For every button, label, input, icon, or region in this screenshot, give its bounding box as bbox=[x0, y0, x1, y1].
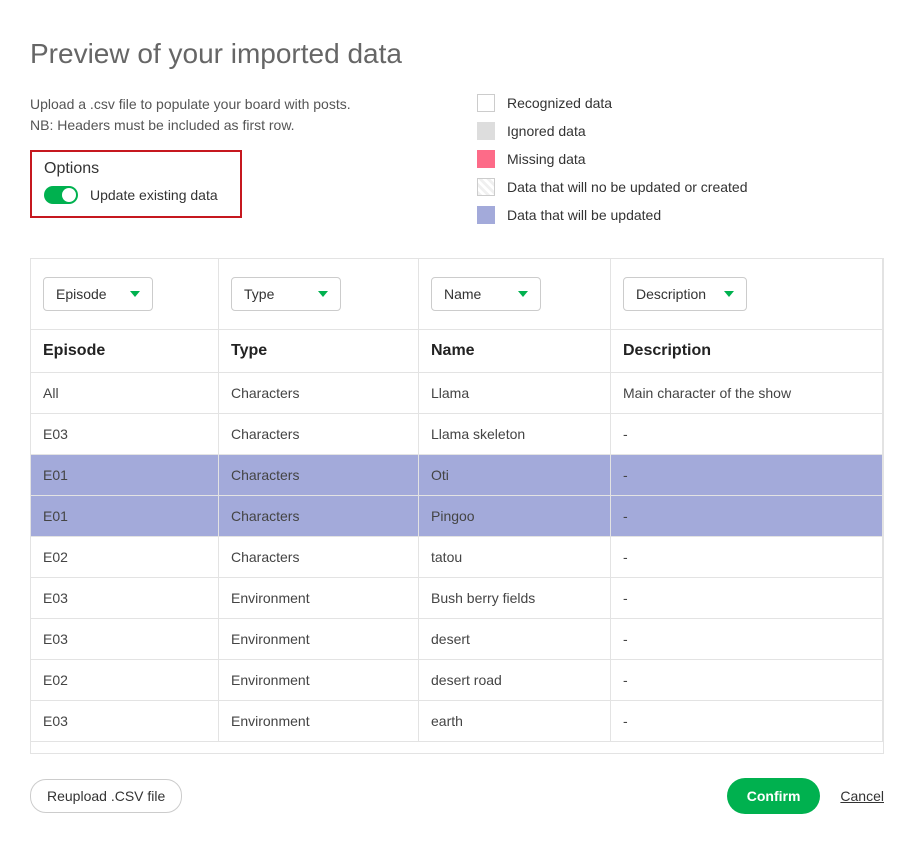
dropdown-label: Type bbox=[244, 286, 274, 302]
table-cell: Characters bbox=[219, 496, 419, 537]
column-mapping-dropdown[interactable]: Description bbox=[623, 277, 747, 311]
legend-swatch-updated bbox=[477, 206, 495, 224]
options-panel: Options Update existing data bbox=[30, 150, 242, 218]
table-cell: desert road bbox=[419, 660, 611, 701]
cancel-link[interactable]: Cancel bbox=[840, 788, 884, 804]
table-cell: Main character of the show bbox=[611, 373, 883, 414]
legend: Recognized data Ignored data Missing dat… bbox=[477, 94, 884, 234]
table-cell: - bbox=[611, 660, 883, 701]
page-title: Preview of your imported data bbox=[30, 38, 884, 70]
table-cell: - bbox=[611, 701, 883, 742]
table-cell: Environment bbox=[219, 660, 419, 701]
dropdown-label: Description bbox=[636, 286, 706, 302]
table-cell: Bush berry fields bbox=[419, 578, 611, 619]
column-mapping-cell: Episode bbox=[31, 259, 219, 330]
dropdown-label: Name bbox=[444, 286, 481, 302]
chevron-down-icon bbox=[318, 291, 328, 297]
table-cell: Characters bbox=[219, 455, 419, 496]
data-grid: EpisodeTypeNameDescriptionEpisodeTypeNam… bbox=[31, 259, 883, 742]
table-cell: E02 bbox=[31, 660, 219, 701]
instructions: Upload a .csv file to populate your boar… bbox=[30, 94, 437, 136]
column-header: Description bbox=[611, 330, 883, 373]
table-cell: - bbox=[611, 619, 883, 660]
table-cell: Oti bbox=[419, 455, 611, 496]
legend-label-missing: Missing data bbox=[507, 151, 586, 167]
table-cell: - bbox=[611, 496, 883, 537]
instructions-line1: Upload a .csv file to populate your boar… bbox=[30, 96, 351, 112]
table-cell: Pingoo bbox=[419, 496, 611, 537]
table-cell: earth bbox=[419, 701, 611, 742]
table-cell: E01 bbox=[31, 496, 219, 537]
table-cell: desert bbox=[419, 619, 611, 660]
chevron-down-icon bbox=[518, 291, 528, 297]
column-header: Name bbox=[419, 330, 611, 373]
column-mapping-cell: Name bbox=[419, 259, 611, 330]
table-cell: E02 bbox=[31, 537, 219, 578]
table-cell: Environment bbox=[219, 578, 419, 619]
instructions-line2: NB: Headers must be included as first ro… bbox=[30, 117, 295, 133]
table-cell: E03 bbox=[31, 619, 219, 660]
column-mapping-dropdown[interactable]: Episode bbox=[43, 277, 153, 311]
table-cell: Characters bbox=[219, 414, 419, 455]
table-cell: - bbox=[611, 455, 883, 496]
column-header: Type bbox=[219, 330, 419, 373]
chevron-down-icon bbox=[130, 291, 140, 297]
update-existing-label: Update existing data bbox=[90, 187, 218, 203]
column-mapping-dropdown[interactable]: Name bbox=[431, 277, 541, 311]
legend-swatch-missing bbox=[477, 150, 495, 168]
table-cell: E03 bbox=[31, 701, 219, 742]
table-cell: E01 bbox=[31, 455, 219, 496]
column-header: Episode bbox=[31, 330, 219, 373]
legend-swatch-noupdate bbox=[477, 178, 495, 196]
table-cell: Llama bbox=[419, 373, 611, 414]
table-cell: E03 bbox=[31, 578, 219, 619]
table-cell: Llama skeleton bbox=[419, 414, 611, 455]
table-cell: Characters bbox=[219, 537, 419, 578]
chevron-down-icon bbox=[724, 291, 734, 297]
options-heading: Options bbox=[44, 160, 228, 178]
update-existing-toggle[interactable] bbox=[44, 186, 78, 204]
data-table-container[interactable]: EpisodeTypeNameDescriptionEpisodeTypeNam… bbox=[30, 258, 884, 754]
legend-label-recognized: Recognized data bbox=[507, 95, 612, 111]
legend-swatch-ignored bbox=[477, 122, 495, 140]
confirm-button[interactable]: Confirm bbox=[727, 778, 821, 814]
table-cell: Environment bbox=[219, 701, 419, 742]
column-mapping-cell: Description bbox=[611, 259, 883, 330]
legend-label-ignored: Ignored data bbox=[507, 123, 586, 139]
legend-label-updated: Data that will be updated bbox=[507, 207, 661, 223]
table-cell: All bbox=[31, 373, 219, 414]
table-cell: Characters bbox=[219, 373, 419, 414]
table-cell: - bbox=[611, 578, 883, 619]
table-cell: tatou bbox=[419, 537, 611, 578]
column-mapping-dropdown[interactable]: Type bbox=[231, 277, 341, 311]
legend-swatch-recognized bbox=[477, 94, 495, 112]
legend-label-noupdate: Data that will no be updated or created bbox=[507, 179, 748, 195]
dropdown-label: Episode bbox=[56, 286, 107, 302]
column-mapping-cell: Type bbox=[219, 259, 419, 330]
table-cell: - bbox=[611, 414, 883, 455]
reupload-button[interactable]: Reupload .CSV file bbox=[30, 779, 182, 813]
table-cell: Environment bbox=[219, 619, 419, 660]
table-cell: - bbox=[611, 537, 883, 578]
table-cell: E03 bbox=[31, 414, 219, 455]
